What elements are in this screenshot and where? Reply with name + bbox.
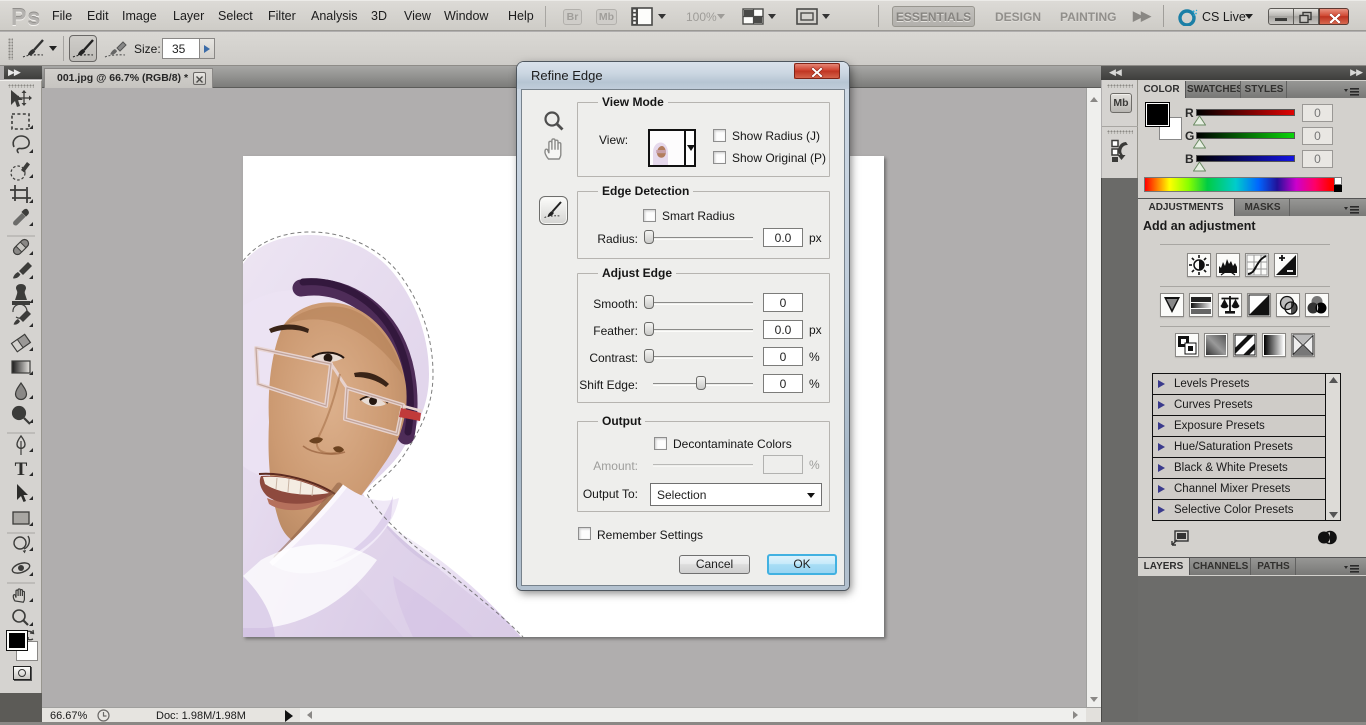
svg-text:T: T xyxy=(15,459,28,480)
